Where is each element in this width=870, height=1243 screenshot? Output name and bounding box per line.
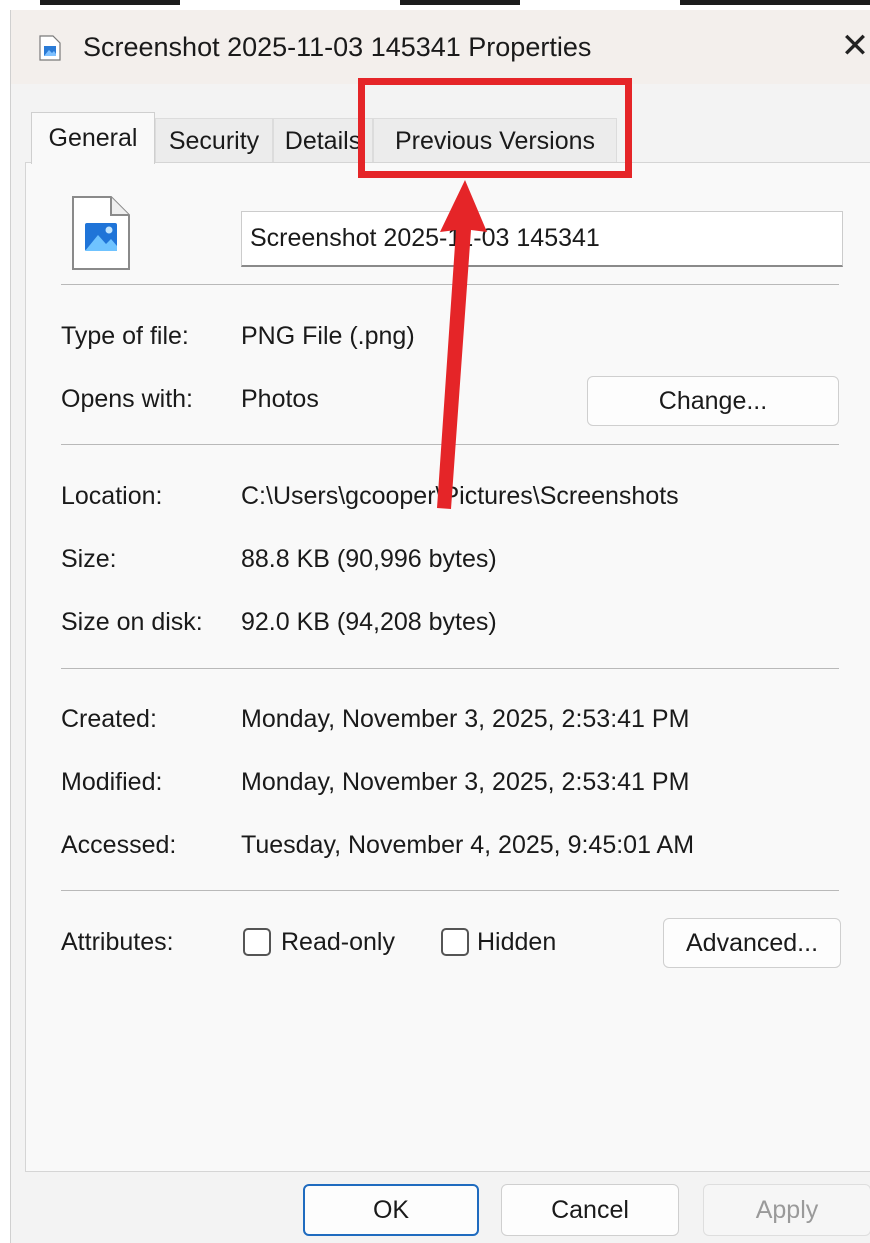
hidden-checkbox[interactable] [441,928,469,956]
read-only-label[interactable]: Read-only [281,928,395,957]
dialog-footer: OK Cancel Apply [11,1172,870,1243]
accessed-label: Accessed: [61,831,177,859]
separator [61,668,839,669]
separator [61,444,839,445]
image-file-icon [72,196,130,270]
background-segment [680,0,870,5]
title-bar[interactable]: Screenshot 2025-11-03 145341 Properties … [11,10,870,84]
separator [61,890,839,891]
file-name-input[interactable]: Screenshot 2025-11-03 145341 [241,211,843,267]
change-button[interactable]: Change... [587,376,839,426]
attributes-label: Attributes: [61,928,174,956]
accessed-value: Tuesday, November 4, 2025, 9:45:01 AM [241,831,695,859]
apply-button[interactable]: Apply [703,1184,870,1236]
opens-with-label: Opens with: [61,385,194,413]
background-segment [40,0,180,5]
size-on-disk-value: 92.0 KB (94,208 bytes) [241,608,497,636]
image-file-icon [39,35,61,61]
separator [61,284,839,285]
modified-label: Modified: [61,768,163,796]
opens-with-value: Photos [241,385,319,413]
properties-dialog: Screenshot 2025-11-03 145341 Properties … [10,10,870,1243]
advanced-button[interactable]: Advanced... [663,918,841,968]
highlight-box-annotation [358,78,632,178]
general-tab-panel [25,162,870,1172]
hidden-label[interactable]: Hidden [477,928,556,957]
close-button[interactable]: ✕ [839,26,870,66]
background-segment [400,0,520,5]
created-value: Monday, November 3, 2025, 2:53:41 PM [241,705,690,733]
read-only-checkbox[interactable] [243,928,271,956]
type-of-file-label: Type of file: [61,322,189,350]
size-on-disk-label: Size on disk: [61,608,203,636]
ok-button[interactable]: OK [303,1184,479,1236]
location-value: C:\Users\gcooper\Pictures\Screenshots [241,482,679,510]
tab-general[interactable]: General [31,112,155,164]
cancel-button[interactable]: Cancel [501,1184,679,1236]
size-value: 88.8 KB (90,996 bytes) [241,545,497,573]
modified-value: Monday, November 3, 2025, 2:53:41 PM [241,768,690,796]
location-label: Location: [61,482,163,510]
created-label: Created: [61,705,157,733]
size-label: Size: [61,545,117,573]
tab-security[interactable]: Security [155,118,273,162]
type-of-file-value: PNG File (.png) [241,322,415,350]
background-strip [0,0,870,10]
window-title: Screenshot 2025-11-03 145341 Properties [83,32,592,62]
